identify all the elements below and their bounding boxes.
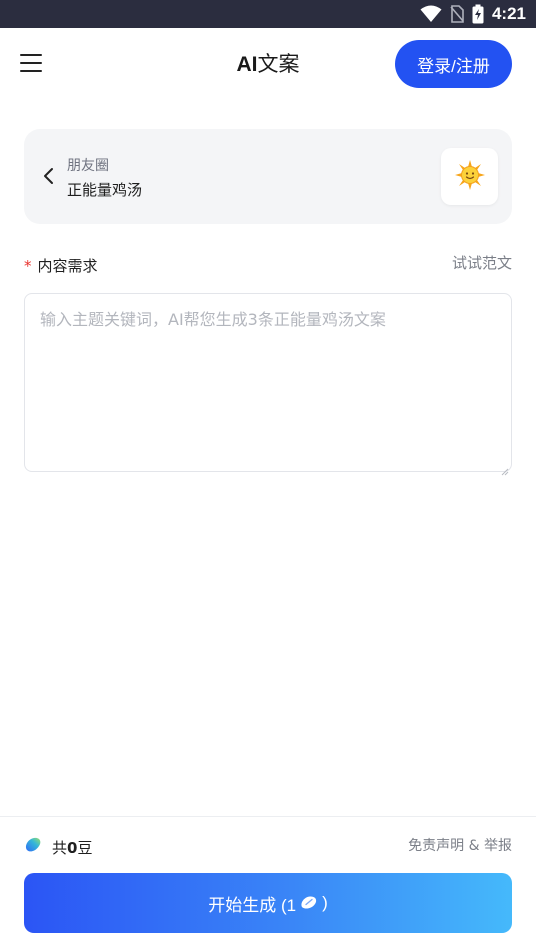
requirement-label-text: 内容需求 bbox=[37, 257, 98, 275]
content-requirement-label: * 内容需求 bbox=[24, 257, 98, 275]
template-name: 正能量鸡汤 bbox=[67, 181, 143, 199]
requirement-input[interactable] bbox=[25, 294, 511, 471]
bean-balance-text: 共0豆 bbox=[52, 837, 92, 858]
requirement-input-wrap bbox=[24, 293, 512, 476]
page-title-prefix: AI bbox=[236, 53, 258, 76]
template-icon-box bbox=[441, 148, 498, 205]
page-title-suffix: 文案 bbox=[257, 52, 300, 76]
sun-emoji-icon bbox=[454, 159, 486, 195]
generate-label: 开始生成 (1 bbox=[208, 895, 297, 915]
start-generate-button[interactable]: 开始生成 (1 ) bbox=[24, 873, 512, 933]
disclaimer-report-link[interactable]: 免责声明 & 举报 bbox=[408, 836, 512, 856]
status-bar: 4:21 bbox=[0, 0, 536, 28]
login-register-button[interactable]: 登录/注册 bbox=[395, 40, 512, 88]
footer-divider bbox=[0, 816, 536, 817]
no-sim-icon bbox=[450, 5, 464, 23]
wifi-icon bbox=[420, 5, 442, 23]
generate-label-suffix: ) bbox=[322, 893, 328, 912]
app-header: AI文案 登录/注册 bbox=[0, 28, 536, 102]
bean-count: 0 bbox=[67, 838, 78, 857]
try-example-link[interactable]: 试试范文 bbox=[452, 254, 512, 272]
bean-icon bbox=[24, 836, 42, 858]
chevron-left-icon[interactable] bbox=[42, 167, 54, 189]
bean-balance: 共0豆 bbox=[24, 836, 92, 858]
template-selector-card[interactable]: 朋友圈 正能量鸡汤 bbox=[24, 129, 512, 224]
battery-charging-icon bbox=[472, 4, 484, 24]
status-time: 4:21 bbox=[491, 4, 526, 23]
bean-prefix: 共 bbox=[52, 838, 68, 857]
resize-grip-icon[interactable] bbox=[501, 461, 509, 476]
bean-unit: 豆 bbox=[77, 838, 93, 857]
template-category: 朋友圈 bbox=[67, 158, 109, 174]
bean-icon bbox=[300, 895, 318, 911]
required-mark: * bbox=[24, 257, 32, 275]
